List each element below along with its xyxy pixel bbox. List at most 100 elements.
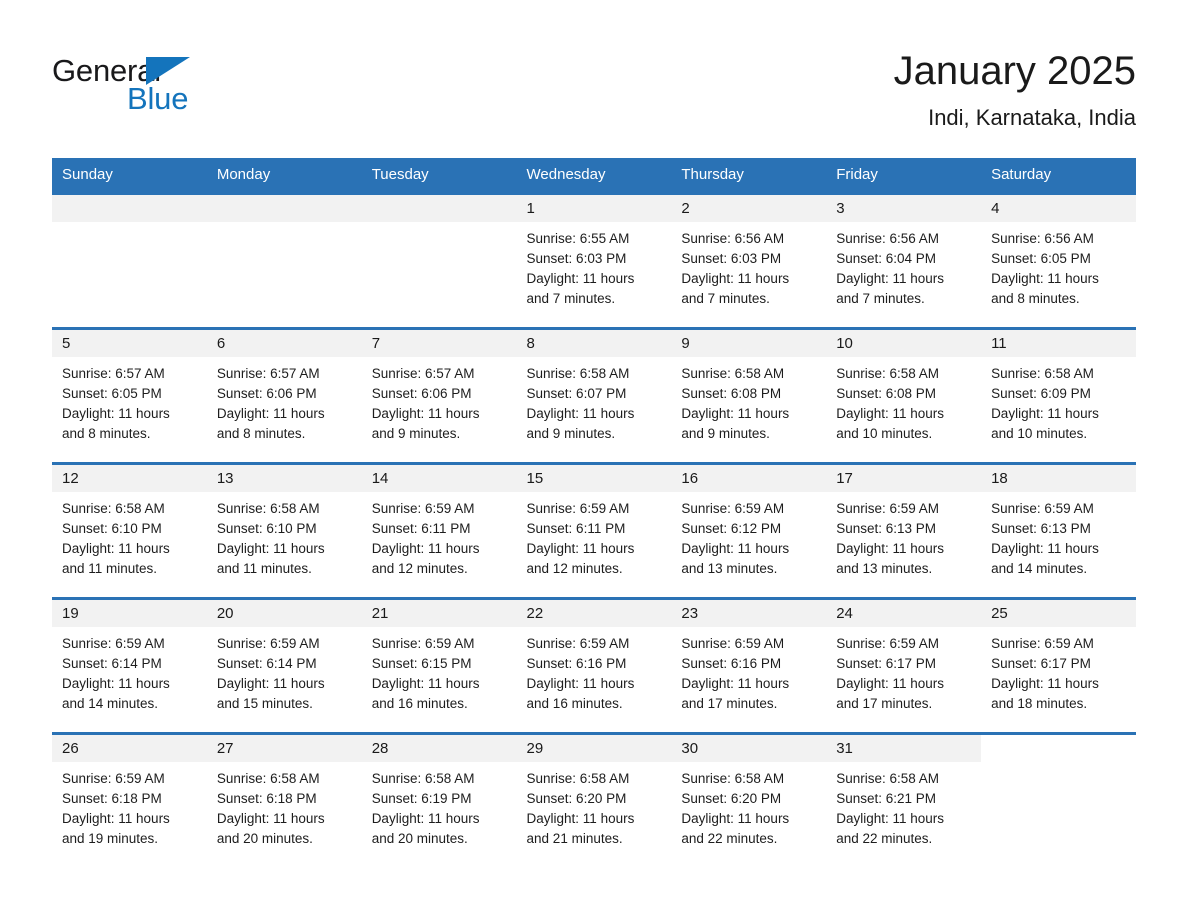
day-number: 26 bbox=[52, 735, 207, 762]
sunrise-time: Sunrise: 6:59 AM bbox=[526, 501, 630, 516]
calendar-day-cell[interactable]: 30 Sunrise: 6:58 AM Sunset: 6:20 PM Dayligh… bbox=[671, 732, 827, 869]
day-detail: Sunrise: 6:58 AM Sunset: 6:07 PM Daylight:… bbox=[517, 357, 672, 444]
day-detail: Sunrise: 6:58 AM Sunset: 6:18 PM Daylight:… bbox=[207, 762, 362, 849]
day-number: 14 bbox=[361, 465, 517, 492]
calendar-day-cell[interactable]: 20 Sunrise: 6:59 AM Sunset: 6:14 PM Dayligh… bbox=[206, 597, 362, 734]
calendar-day-cell[interactable]: 17 Sunrise: 6:59 AM Sunset: 6:13 PM Dayligh… bbox=[826, 462, 982, 599]
calendar-day-cell[interactable]: 5 Sunrise: 6:57 AM Sunset: 6:05 PM Daylight… bbox=[52, 327, 207, 464]
day-number: 11 bbox=[981, 330, 1136, 357]
day-number: 29 bbox=[516, 735, 672, 762]
calendar-day-cell[interactable]: 9 Sunrise: 6:58 AM Sunset: 6:08 PM Daylight… bbox=[671, 327, 827, 464]
calendar-day-cell[interactable]: 31 Sunrise: 6:58 AM Sunset: 6:21 PM Dayligh… bbox=[826, 732, 982, 869]
sunset-time: Sunset: 6:05 PM bbox=[991, 251, 1091, 266]
calendar-day-cell[interactable]: 18 Sunrise: 6:59 AM Sunset: 6:13 PM Dayligh… bbox=[981, 462, 1136, 599]
sunrise-time: Sunrise: 6:59 AM bbox=[836, 501, 940, 516]
daylight-duration-line2: and 20 minutes. bbox=[216, 831, 313, 846]
sunset-time: Sunset: 6:11 PM bbox=[371, 521, 471, 536]
calendar-day-cell[interactable]: 11 Sunrise: 6:58 AM Sunset: 6:09 PM Dayligh… bbox=[981, 327, 1136, 464]
daylight-duration-line2: and 10 minutes. bbox=[836, 426, 933, 441]
weekday-header-friday: Friday bbox=[826, 158, 982, 194]
calendar-week-row: 26 Sunrise: 6:59 AM Sunset: 6:18 PM Dayligh… bbox=[52, 732, 1136, 869]
logo-text-blue: Blue bbox=[127, 81, 189, 116]
sunset-time: Sunset: 6:18 PM bbox=[62, 791, 162, 806]
daylight-duration-line1: Daylight: 11 hours bbox=[991, 406, 1099, 421]
weekday-header-monday: Monday bbox=[206, 158, 362, 194]
calendar-day-cell[interactable]: 13 Sunrise: 6:58 AM Sunset: 6:10 PM Dayligh… bbox=[206, 462, 362, 599]
sunset-time: Sunset: 6:11 PM bbox=[526, 521, 626, 536]
calendar-day-cell-empty bbox=[52, 192, 207, 329]
calendar-day-cell[interactable]: 7 Sunrise: 6:57 AM Sunset: 6:06 PM Daylight… bbox=[361, 327, 517, 464]
calendar-page: General Blue January 2025 Indi, Karnatak… bbox=[0, 0, 1188, 918]
sunrise-time: Sunrise: 6:59 AM bbox=[991, 636, 1094, 651]
daylight-duration-line2: and 17 minutes. bbox=[836, 696, 933, 711]
sunrise-time: Sunrise: 6:56 AM bbox=[836, 231, 940, 246]
day-number: 13 bbox=[206, 465, 362, 492]
day-number: 30 bbox=[671, 735, 827, 762]
daylight-duration-line2: and 11 minutes. bbox=[216, 561, 312, 576]
sunset-time: Sunset: 6:07 PM bbox=[526, 386, 627, 401]
calendar-day-cell[interactable]: 27 Sunrise: 6:58 AM Sunset: 6:18 PM Dayligh… bbox=[206, 732, 362, 869]
day-number: 17 bbox=[826, 465, 982, 492]
daylight-duration-line2: and 19 minutes. bbox=[62, 831, 159, 846]
day-detail: Sunrise: 6:59 AM Sunset: 6:12 PM Daylight:… bbox=[671, 492, 826, 579]
weekday-header-wednesday: Wednesday bbox=[516, 158, 672, 194]
calendar-day-cell[interactable]: 29 Sunrise: 6:58 AM Sunset: 6:20 PM Dayligh… bbox=[516, 732, 672, 869]
calendar-day-cell[interactable]: 21 Sunrise: 6:59 AM Sunset: 6:15 PM Dayligh… bbox=[361, 597, 517, 734]
daylight-duration-line1: Daylight: 11 hours bbox=[836, 676, 945, 691]
calendar-day-cell[interactable]: 3 Sunrise: 6:56 AM Sunset: 6:04 PM Daylight… bbox=[826, 192, 982, 329]
day-detail: Sunrise: 6:58 AM Sunset: 6:08 PM Daylight:… bbox=[826, 357, 981, 444]
calendar-day-cell[interactable]: 22 Sunrise: 6:59 AM Sunset: 6:16 PM Dayligh… bbox=[516, 597, 672, 734]
sunrise-time: Sunrise: 6:58 AM bbox=[62, 501, 165, 516]
day-detail: Sunrise: 6:57 AM Sunset: 6:06 PM Daylight:… bbox=[207, 357, 362, 444]
day-number: 23 bbox=[671, 600, 827, 627]
sunrise-time: Sunrise: 6:57 AM bbox=[216, 366, 320, 381]
calendar-day-cell[interactable]: 1 Sunrise: 6:55 AM Sunset: 6:03 PM Daylight… bbox=[516, 192, 672, 329]
calendar-day-cell[interactable]: 28 Sunrise: 6:58 AM Sunset: 6:19 PM Dayligh… bbox=[361, 732, 517, 869]
calendar-week-row: 12 Sunrise: 6:58 AM Sunset: 6:10 PM Dayligh… bbox=[52, 462, 1136, 599]
daylight-duration-line2: and 17 minutes. bbox=[681, 696, 778, 711]
daylight-duration-line2: and 10 minutes. bbox=[991, 426, 1088, 441]
day-detail: Sunrise: 6:55 AM Sunset: 6:03 PM Daylight:… bbox=[517, 222, 672, 309]
day-detail: Sunrise: 6:58 AM Sunset: 6:20 PM Daylight:… bbox=[671, 762, 826, 849]
sunrise-time: Sunrise: 6:57 AM bbox=[371, 366, 475, 381]
calendar-day-cell[interactable]: 15 Sunrise: 6:59 AM Sunset: 6:11 PM Dayligh… bbox=[516, 462, 672, 599]
calendar-day-cell[interactable]: 12 Sunrise: 6:58 AM Sunset: 6:10 PM Dayligh… bbox=[52, 462, 207, 599]
title-block: January 2025 Indi, Karnataka, India bbox=[894, 44, 1136, 134]
weekday-header-saturday: Saturday bbox=[981, 158, 1136, 194]
generalblue-logo[interactable]: General Blue bbox=[52, 54, 242, 124]
day-number: 24 bbox=[826, 600, 982, 627]
day-number: 12 bbox=[52, 465, 207, 492]
calendar-day-cell[interactable]: 6 Sunrise: 6:57 AM Sunset: 6:06 PM Daylight… bbox=[206, 327, 362, 464]
daylight-duration-line1: Daylight: 11 hours bbox=[62, 676, 170, 691]
day-detail: Sunrise: 6:57 AM Sunset: 6:06 PM Daylight:… bbox=[362, 357, 517, 444]
sunrise-time: Sunrise: 6:59 AM bbox=[371, 636, 475, 651]
calendar-day-cell[interactable]: 8 Sunrise: 6:58 AM Sunset: 6:07 PM Daylight… bbox=[516, 327, 672, 464]
sunset-time: Sunset: 6:09 PM bbox=[991, 386, 1091, 401]
day-number: 28 bbox=[361, 735, 517, 762]
sunset-time: Sunset: 6:16 PM bbox=[526, 656, 627, 671]
day-detail: Sunrise: 6:58 AM Sunset: 6:10 PM Daylight:… bbox=[52, 492, 207, 579]
daylight-duration-line2: and 12 minutes. bbox=[371, 561, 468, 576]
calendar-day-cell[interactable]: 19 Sunrise: 6:59 AM Sunset: 6:14 PM Dayligh… bbox=[52, 597, 207, 734]
daylight-duration-line1: Daylight: 11 hours bbox=[991, 541, 1099, 556]
calendar-day-cell[interactable]: 23 Sunrise: 6:59 AM Sunset: 6:16 PM Dayligh… bbox=[671, 597, 827, 734]
calendar-day-cell[interactable]: 25 Sunrise: 6:59 AM Sunset: 6:17 PM Dayligh… bbox=[981, 597, 1136, 734]
calendar-day-cell[interactable]: 2 Sunrise: 6:56 AM Sunset: 6:03 PM Daylight… bbox=[671, 192, 827, 329]
day-detail: Sunrise: 6:58 AM Sunset: 6:10 PM Daylight:… bbox=[207, 492, 362, 579]
calendar-day-cell[interactable]: 16 Sunrise: 6:59 AM Sunset: 6:12 PM Dayligh… bbox=[671, 462, 827, 599]
calendar-day-cell-empty bbox=[981, 732, 1136, 869]
day-detail: Sunrise: 6:58 AM Sunset: 6:19 PM Daylight:… bbox=[362, 762, 517, 849]
sunrise-time: Sunrise: 6:59 AM bbox=[991, 501, 1094, 516]
sunset-time: Sunset: 6:03 PM bbox=[681, 251, 782, 266]
daylight-duration-line1: Daylight: 11 hours bbox=[371, 541, 480, 556]
location-subtitle: Indi, Karnataka, India bbox=[928, 105, 1136, 130]
calendar-day-cell[interactable]: 14 Sunrise: 6:59 AM Sunset: 6:11 PM Dayligh… bbox=[361, 462, 517, 599]
day-number: 18 bbox=[981, 465, 1136, 492]
calendar-day-cell[interactable]: 24 Sunrise: 6:59 AM Sunset: 6:17 PM Dayligh… bbox=[826, 597, 982, 734]
calendar-day-cell[interactable]: 26 Sunrise: 6:59 AM Sunset: 6:18 PM Dayligh… bbox=[52, 732, 207, 869]
sunset-time: Sunset: 6:20 PM bbox=[681, 791, 782, 806]
day-detail: Sunrise: 6:59 AM Sunset: 6:15 PM Daylight:… bbox=[362, 627, 517, 714]
calendar-day-cell[interactable]: 4 Sunrise: 6:56 AM Sunset: 6:05 PM Daylight… bbox=[981, 192, 1136, 329]
calendar-day-cell[interactable]: 10 Sunrise: 6:58 AM Sunset: 6:08 PM Dayligh… bbox=[826, 327, 982, 464]
sunrise-time: Sunrise: 6:58 AM bbox=[216, 771, 320, 786]
